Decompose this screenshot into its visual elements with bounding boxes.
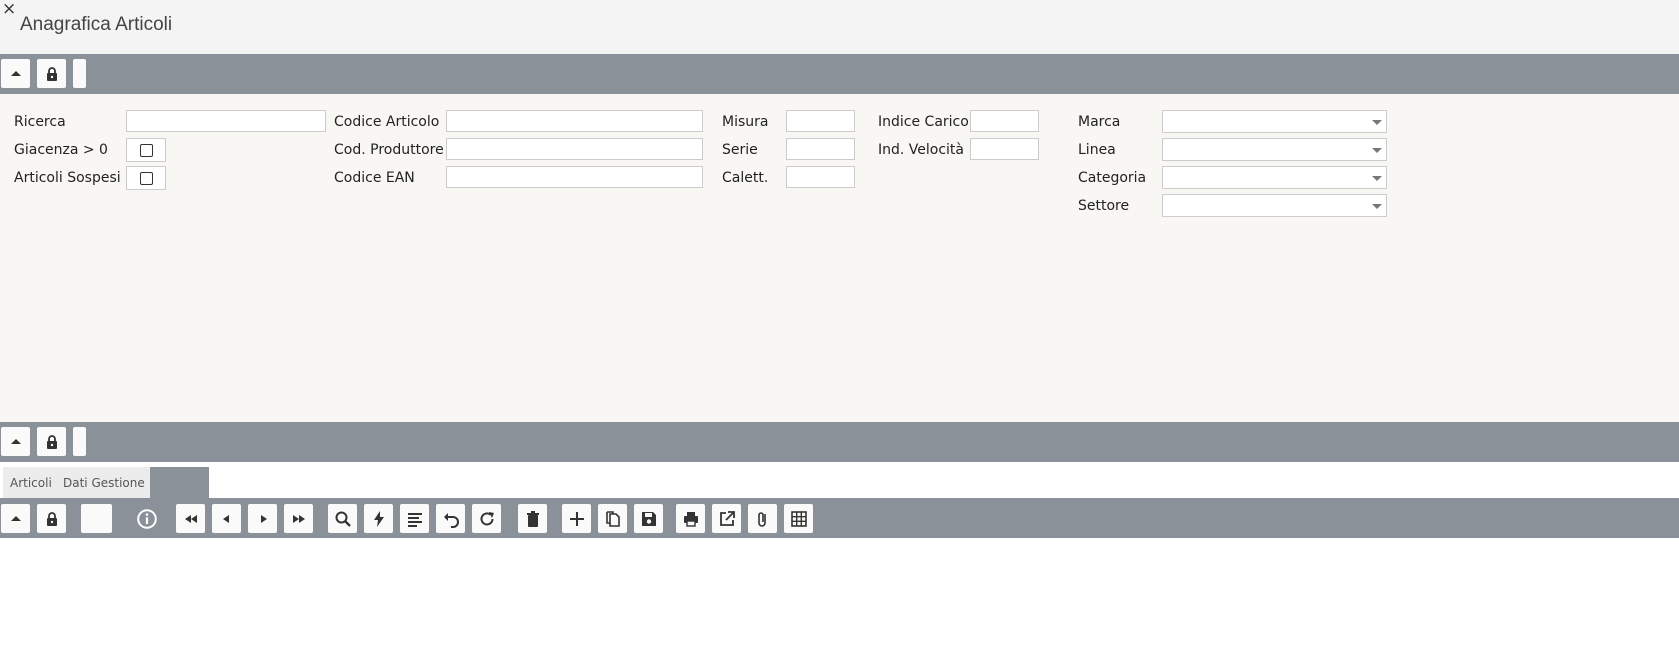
add-button[interactable]	[562, 504, 591, 533]
codice-ean-label: Codice EAN	[334, 170, 415, 186]
cod-produttore-input[interactable]	[446, 138, 703, 160]
calett-input[interactable]	[786, 166, 855, 188]
filters-toolbar	[0, 54, 1679, 94]
categoria-label: Categoria	[1078, 170, 1147, 186]
list-button[interactable]	[400, 504, 429, 533]
lock-button[interactable]	[37, 427, 66, 456]
serie-input[interactable]	[786, 138, 855, 160]
first-icon	[184, 514, 197, 523]
lock-icon	[46, 66, 57, 81]
filters-panel: Ricerca Giacenza > 0 Articoli Sospesi Co…	[0, 94, 1679, 422]
collapse-button[interactable]	[1, 59, 30, 88]
collapse-button[interactable]	[1, 427, 30, 456]
last-record-button[interactable]	[284, 504, 313, 533]
paperclip-icon	[757, 511, 766, 527]
results-toolbar	[0, 422, 1679, 462]
codice-articolo-label: Codice Articolo	[334, 114, 440, 130]
sospesi-checkbox[interactable]	[126, 166, 166, 190]
grid-button[interactable]	[784, 504, 813, 533]
next-record-button[interactable]	[248, 504, 277, 533]
quick-action-button[interactable]	[364, 504, 393, 533]
giacenza-checkbox[interactable]	[126, 138, 166, 162]
prev-record-button[interactable]	[212, 504, 241, 533]
next-icon	[260, 514, 267, 523]
calett-label: Calett.	[722, 170, 769, 186]
categoria-select[interactable]	[1162, 166, 1387, 189]
linea-select[interactable]	[1162, 138, 1387, 161]
chevron-down-icon	[1372, 120, 1382, 125]
toolbar-slot[interactable]	[73, 59, 86, 88]
codice-ean-input[interactable]	[446, 166, 703, 188]
tab-active[interactable]	[150, 467, 209, 498]
record-counter-field[interactable]	[81, 504, 112, 533]
page-title: Anagrafica Articoli	[20, 14, 173, 35]
last-icon	[292, 514, 305, 523]
copy-icon	[605, 510, 620, 527]
copy-button[interactable]	[598, 504, 627, 533]
settore-label: Settore	[1078, 198, 1130, 214]
codice-articolo-input[interactable]	[446, 110, 703, 132]
caret-up-icon	[10, 70, 21, 76]
misura-label: Misura	[722, 114, 769, 130]
undo-button[interactable]	[436, 504, 465, 533]
delete-button[interactable]	[518, 504, 547, 533]
search-icon	[335, 511, 351, 527]
lock-button[interactable]	[37, 59, 66, 88]
linea-label: Linea	[1078, 142, 1116, 158]
info-button[interactable]	[132, 504, 161, 533]
serie-label: Serie	[722, 142, 758, 158]
chevron-down-icon	[1372, 204, 1382, 209]
record-toolbar	[0, 498, 1679, 538]
cod-produttore-label: Cod. Produttore	[334, 142, 444, 158]
export-button[interactable]	[712, 504, 741, 533]
lock-icon	[46, 434, 57, 449]
lock-icon	[46, 511, 57, 526]
checkbox-box	[139, 171, 153, 185]
tab-dati-gestione[interactable]: Dati Gestione	[56, 467, 152, 498]
grid-icon	[790, 510, 807, 527]
search-button[interactable]	[328, 504, 357, 533]
ricerca-input[interactable]	[126, 110, 326, 132]
misura-input[interactable]	[786, 110, 855, 132]
indice-carico-label: Indice Carico	[878, 114, 969, 130]
tab-articoli[interactable]: Articoli	[3, 467, 59, 498]
ind-velocita-input[interactable]	[970, 138, 1039, 160]
collapse-button[interactable]	[1, 504, 30, 533]
lock-button[interactable]	[37, 504, 66, 533]
checkbox-box	[139, 143, 153, 157]
undo-icon	[443, 512, 459, 528]
first-record-button[interactable]	[176, 504, 205, 533]
chevron-down-icon	[1372, 176, 1382, 181]
attach-button[interactable]	[748, 504, 777, 533]
refresh-button[interactable]	[472, 504, 501, 533]
giacenza-label: Giacenza > 0	[14, 142, 108, 158]
indice-carico-input[interactable]	[970, 110, 1039, 132]
prev-icon	[222, 514, 229, 523]
sospesi-label: Articoli Sospesi	[14, 170, 121, 186]
trash-icon	[526, 510, 539, 527]
list-icon	[407, 512, 422, 527]
external-link-icon	[719, 510, 735, 526]
toolbar-slot[interactable]	[73, 427, 86, 456]
marca-label: Marca	[1078, 114, 1121, 130]
tab-bar: Articoli Dati Gestione	[0, 462, 1679, 498]
print-icon	[683, 511, 698, 527]
info-icon	[136, 508, 157, 529]
settore-select[interactable]	[1162, 194, 1387, 217]
lightning-icon	[373, 510, 384, 527]
ricerca-label: Ricerca	[14, 114, 66, 130]
caret-up-icon	[10, 438, 21, 444]
title-bar: × Anagrafica Articoli	[0, 0, 1679, 54]
chevron-down-icon	[1372, 148, 1382, 153]
caret-up-icon	[10, 515, 21, 521]
save-button[interactable]	[634, 504, 663, 533]
plus-icon	[569, 511, 584, 526]
ind-velocita-label: Ind. Velocità	[878, 142, 965, 158]
print-button[interactable]	[676, 504, 705, 533]
close-icon[interactable]: ×	[2, 0, 16, 18]
save-icon	[641, 511, 656, 526]
refresh-icon	[480, 511, 494, 525]
marca-select[interactable]	[1162, 110, 1387, 133]
